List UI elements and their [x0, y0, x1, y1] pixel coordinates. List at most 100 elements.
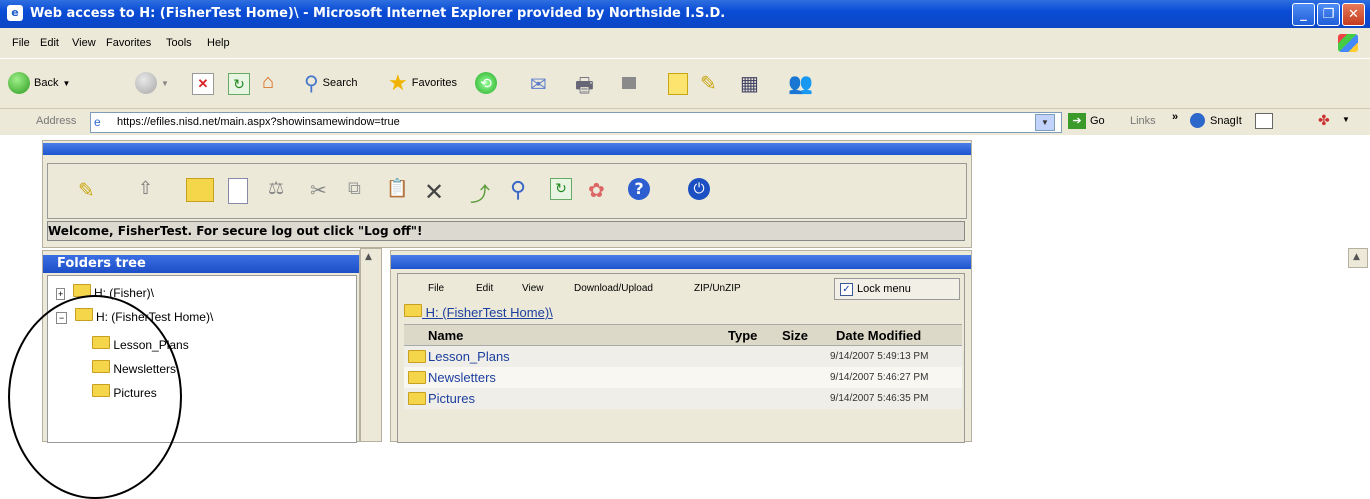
column-name[interactable]: Name: [428, 328, 463, 343]
go-arrow-icon[interactable]: ➔: [1068, 113, 1086, 129]
table-row[interactable]: Newsletters 9/14/2007 5:46:27 PM: [404, 367, 962, 388]
window-title: Web access to H: (FisherTest Home)\ - Mi…: [30, 6, 726, 21]
snagit-capture-icon[interactable]: [1255, 113, 1273, 129]
file-list-pane: File Edit View Download/Upload ZIP/UnZIP…: [390, 250, 972, 443]
current-path-label: H: (FisherTest Home)\: [425, 305, 553, 320]
address-bar: Address e https://efiles.nisd.net/main.a…: [0, 108, 1370, 135]
mail-icon[interactable]: ✉: [530, 72, 547, 97]
menu-bar: File Edit View Favorites Tools Help: [0, 28, 1370, 58]
column-date-modified[interactable]: Date Modified: [836, 328, 921, 343]
home-icon[interactable]: ⌂: [262, 71, 286, 93]
links-label[interactable]: Links: [1130, 115, 1156, 127]
app-header-bar: [43, 143, 971, 155]
rename-icon[interactable]: ⚖: [268, 178, 296, 204]
file-pane-header-bar: [391, 255, 971, 269]
title-bar: e Web access to H: (FisherTest Home)\ - …: [0, 0, 1370, 28]
log-off-icon[interactable]: ⏻: [688, 178, 710, 200]
refresh-icon[interactable]: ↻: [550, 178, 572, 200]
expand-icon[interactable]: +: [56, 288, 66, 300]
favorites-label: Favorites: [411, 77, 457, 89]
settings-icon[interactable]: ✿: [588, 178, 616, 204]
tree-scrollbar[interactable]: ▲: [360, 248, 382, 442]
table-row[interactable]: Lesson_Plans 9/14/2007 5:49:13 PM: [404, 346, 962, 367]
notepad-icon[interactable]: [668, 73, 688, 95]
new-file-icon[interactable]: [228, 178, 248, 204]
paste-icon[interactable]: 📋: [386, 178, 414, 204]
standard-toolbar: Back ▼ ▼ ✕ ↻ ⌂ ⚲ Search ★ Favorites ⟲ ✉ …: [0, 58, 1370, 109]
file-pane: File Edit View Download/Upload ZIP/UnZIP…: [397, 273, 965, 443]
research-icon[interactable]: ✎: [700, 71, 717, 96]
search-icon: ⚲: [304, 72, 319, 95]
menu-tools[interactable]: Tools: [166, 37, 192, 49]
search-label: Search: [322, 77, 358, 89]
lock-menu-toggle[interactable]: ✓ Lock menu: [834, 278, 960, 300]
forward-button[interactable]: ▼: [135, 70, 169, 96]
copy-icon[interactable]: ⧉: [348, 178, 376, 204]
maximize-button[interactable]: ❐: [1317, 3, 1340, 26]
page-scrollbar[interactable]: ▲: [1348, 248, 1368, 268]
new-folder-icon[interactable]: [186, 178, 214, 202]
translate-dropdown-icon[interactable]: ▼: [1342, 115, 1350, 124]
address-input[interactable]: e https://efiles.nisd.net/main.aspx?show…: [90, 112, 1062, 133]
history-icon[interactable]: ⟲: [475, 72, 497, 94]
minimize-button[interactable]: _: [1292, 3, 1315, 26]
menu-help[interactable]: Help: [207, 37, 230, 49]
file-name[interactable]: Lesson_Plans: [428, 349, 510, 364]
column-type[interactable]: Type: [728, 328, 757, 343]
search-button[interactable]: ⚲ Search: [304, 70, 358, 96]
scroll-up-icon[interactable]: ▲: [1353, 252, 1360, 262]
messenger-icon[interactable]: ▦: [740, 71, 759, 96]
edit-icon[interactable]: [622, 77, 636, 89]
contacts-icon[interactable]: 👥: [788, 71, 813, 96]
checkbox-checked-icon[interactable]: ✓: [840, 283, 853, 296]
page-icon: e: [94, 115, 101, 129]
print-icon[interactable]: 🖶: [575, 71, 594, 105]
file-menu-edit[interactable]: Edit: [476, 283, 493, 294]
forward-arrow-icon: [135, 72, 157, 94]
address-dropdown-icon[interactable]: ▼: [1035, 114, 1055, 131]
menu-favorites[interactable]: Favorites: [106, 37, 151, 49]
stop-icon[interactable]: ✕: [192, 73, 214, 95]
help-icon[interactable]: ?: [628, 178, 650, 200]
favorites-star-icon: ★: [388, 70, 408, 95]
address-url: https://efiles.nisd.net/main.aspx?showin…: [117, 116, 400, 128]
cut-icon[interactable]: ✂: [310, 178, 338, 204]
back-label: Back: [34, 77, 59, 89]
folder-icon: [408, 392, 426, 405]
translate-icon[interactable]: ✤: [1318, 112, 1330, 129]
column-size[interactable]: Size: [782, 328, 808, 343]
refresh-icon[interactable]: ↻: [228, 73, 250, 95]
folder-icon: [404, 304, 422, 317]
file-menu-file[interactable]: File: [428, 283, 444, 294]
search-icon[interactable]: ⚲: [510, 178, 538, 204]
menu-file[interactable]: File: [12, 37, 30, 49]
back-button[interactable]: Back ▼: [8, 70, 70, 96]
scroll-up-icon[interactable]: ▲: [365, 252, 372, 262]
table-row[interactable]: Pictures 9/14/2007 5:46:35 PM: [404, 388, 962, 409]
share-icon[interactable]: ⤴: [470, 178, 498, 206]
file-menu-download-upload[interactable]: Download/Upload: [574, 283, 653, 294]
app-toolbar-frame: ✎ ⇧ ⚖ ✂ ⧉ 📋 ✕ ⤴ ⚲ ↻ ✿ ? ⏻ Welcome, Fishe…: [42, 140, 972, 248]
up-folder-icon[interactable]: ⇧: [138, 178, 166, 204]
menu-edit[interactable]: Edit: [40, 37, 59, 49]
file-menu-zip-unzip[interactable]: ZIP/UnZIP: [694, 283, 741, 294]
file-name[interactable]: Newsletters: [428, 370, 496, 385]
user-icon[interactable]: ✎: [78, 178, 106, 204]
forward-dropdown-icon: ▼: [161, 78, 169, 88]
back-dropdown-icon: ▼: [62, 78, 71, 88]
file-name[interactable]: Pictures: [428, 391, 475, 406]
file-table-header: Name Type Size Date Modified: [404, 324, 962, 346]
chevron-icon[interactable]: »: [1172, 111, 1178, 123]
go-button[interactable]: Go: [1090, 115, 1105, 127]
folder-icon: [408, 371, 426, 384]
ie-icon: e: [7, 5, 23, 21]
favorites-button[interactable]: ★ Favorites: [388, 70, 457, 96]
back-arrow-icon: [8, 72, 30, 94]
file-menu-view[interactable]: View: [522, 283, 544, 294]
close-button[interactable]: ✕: [1342, 3, 1365, 26]
current-path[interactable]: H: (FisherTest Home)\: [404, 304, 553, 320]
snagit-button[interactable]: SnagIt: [1210, 115, 1242, 127]
folders-tree-title: Folders tree: [57, 256, 146, 271]
menu-view[interactable]: View: [72, 37, 96, 49]
delete-icon[interactable]: ✕: [424, 178, 452, 206]
